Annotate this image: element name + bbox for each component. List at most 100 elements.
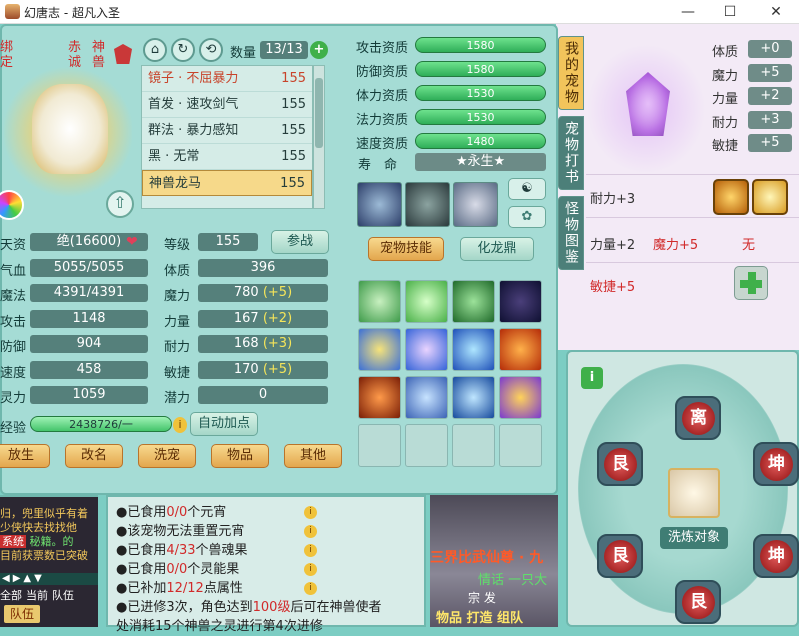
skill-icon[interactable]: [358, 376, 401, 419]
tag-bound: 绑定: [0, 40, 14, 70]
rune-top[interactable]: 离: [675, 396, 721, 440]
minimize-button[interactable]: —: [678, 3, 698, 21]
chat-tabs[interactable]: 全部 当前 队伍: [0, 587, 98, 603]
auto-points-button[interactable]: 自动加点: [190, 412, 258, 436]
pet-list-item[interactable]: 神兽龙马 155: [142, 170, 312, 196]
chat-lines: 归，兜里似乎有着 少侠快去找找他 系统 秘籍。的 目前获票数已突破: [0, 507, 88, 562]
skill-slot-empty[interactable]: [452, 424, 495, 467]
skill-icon[interactable]: [452, 376, 495, 419]
aptitude-bar: 1480: [415, 133, 546, 149]
info-bullet: ●该宠物无法重置元宵 i: [116, 522, 426, 541]
team-button[interactable]: 队伍: [4, 605, 40, 623]
stat-row-right: 耐力 168 (+3): [164, 333, 334, 359]
action-button[interactable]: 放生: [0, 444, 50, 468]
item-slot-2[interactable]: [752, 179, 788, 215]
vertical-tab[interactable]: 我的宠物: [558, 36, 584, 110]
info-coin-icon[interactable]: i: [304, 582, 317, 595]
rune-bottom[interactable]: 艮: [675, 580, 721, 624]
skill-icon[interactable]: [499, 376, 542, 419]
stat-value: 1059: [30, 386, 148, 404]
pet-list-scrollbar[interactable]: [313, 65, 325, 209]
bonus-row: 耐力 +3: [712, 109, 797, 133]
stat-label: 耐力: [164, 340, 191, 355]
equip-slot-necklace[interactable]: [453, 182, 498, 227]
stat-label: 攻击: [0, 314, 27, 330]
paw-icon[interactable]: ✿: [508, 206, 546, 228]
equip-slot-armor[interactable]: [405, 182, 450, 227]
info-coin-icon[interactable]: i: [173, 417, 187, 433]
skill-slot-empty[interactable]: [358, 424, 401, 467]
info-bullet: ●已食用4/33个兽魂果 i: [116, 541, 426, 560]
add-slot-button[interactable]: [734, 266, 768, 300]
rune-right-lower[interactable]: 坤: [753, 534, 799, 578]
refresh-icon[interactable]: ↻: [171, 38, 195, 62]
vertical-tab[interactable]: 怪物图鉴: [558, 196, 584, 270]
skill-icon[interactable]: [358, 280, 401, 323]
item-slot-1[interactable]: [713, 179, 749, 215]
add-pet-button[interactable]: +: [310, 41, 328, 59]
info-coin-icon[interactable]: i: [304, 563, 317, 576]
pet-list-item[interactable]: 首发 · 速攻剑气 155: [142, 92, 312, 118]
refine-target-portrait[interactable]: [668, 468, 720, 518]
stat-row-right: 魔力 780 (+5): [164, 282, 334, 308]
scroll-thumb[interactable]: [315, 78, 323, 148]
action-button[interactable]: 其他: [284, 444, 342, 468]
action-button[interactable]: 改名: [65, 444, 123, 468]
maximize-button[interactable]: ☐: [720, 3, 740, 21]
rune-left-lower[interactable]: 艮: [597, 534, 643, 578]
skill-icon[interactable]: [358, 328, 401, 371]
info-icon[interactable]: i: [581, 367, 603, 389]
skill-icon[interactable]: [499, 280, 542, 323]
refine-panel: 体质 +0 魔力 +5 力量 +2 耐力 +3 敏捷 +5 耐力+3 力量+2 魔力+5 无 敏捷…: [556, 24, 799, 350]
skill-icon[interactable]: [452, 328, 495, 371]
skill-icon[interactable]: [405, 280, 448, 323]
up-arrow-button[interactable]: ⇧: [106, 190, 134, 218]
stat-label: 天资: [0, 238, 27, 253]
home-icon[interactable]: ⌂: [143, 38, 167, 62]
color-wheel-icon[interactable]: [0, 190, 24, 220]
vertical-tab[interactable]: 宠物打书: [558, 116, 584, 190]
action-button[interactable]: 物品: [211, 444, 269, 468]
stat-bonus: (+3): [262, 336, 293, 351]
aptitude-row: 防御资质 1580: [352, 58, 552, 82]
skill-icon[interactable]: [405, 328, 448, 371]
stat-label: 敏捷: [164, 365, 191, 381]
pet-list-item[interactable]: 镜子 · 不屈暴力 155: [142, 66, 312, 92]
bonus-row: 力量 +2: [712, 85, 797, 109]
equip-slot-collar[interactable]: [357, 182, 402, 227]
skill-icon[interactable]: [499, 328, 542, 371]
tab-pet-skills[interactable]: 宠物技能: [368, 237, 444, 261]
participate-button[interactable]: 参战: [271, 230, 329, 254]
skill-icon[interactable]: [452, 280, 495, 323]
pet-list-item[interactable]: 群法 · 暴力感知 155: [142, 118, 312, 144]
yin-yang-icon[interactable]: ☯: [508, 178, 546, 200]
info-coin-icon[interactable]: i: [304, 506, 317, 519]
skill-slot-empty[interactable]: [405, 424, 448, 467]
action-button[interactable]: 洗宠: [138, 444, 196, 468]
refine-target-label: 洗炼对象: [660, 527, 728, 549]
info-coin-icon[interactable]: i: [304, 544, 317, 557]
stat-row-left: 防御 904: [0, 333, 156, 359]
pet-list-item[interactable]: 黑 · 无常 155: [142, 144, 312, 170]
skill-icon[interactable]: [405, 376, 448, 419]
chat-arrows[interactable]: ◀▶▲▼: [0, 573, 98, 585]
close-button[interactable]: ✕: [766, 3, 786, 21]
pet-count: 13/13: [260, 41, 308, 59]
title-bar: 幻唐志 - 超凡入圣 — ☐ ✕: [0, 0, 799, 24]
stat-value: 904: [30, 335, 148, 353]
stat-row-left: 灵力 1059: [0, 384, 156, 410]
event-banner[interactable]: 三界比武仙尊 · 九 情话 一只大 宗 发 物品 打造 组队: [430, 495, 558, 627]
stat-label: 魔力: [164, 289, 191, 304]
tab-dragon-cauldron[interactable]: 化龙鼎: [460, 237, 534, 261]
banner-line2: 情话 一只大: [478, 573, 548, 588]
exp-label: 经验: [0, 421, 27, 436]
stat-label: 潜力: [164, 391, 191, 406]
stat-row-right: 体质 396: [164, 257, 334, 283]
info-coin-icon[interactable]: i: [304, 525, 317, 538]
pet-level: 155: [281, 123, 306, 138]
pet-name: 镜子 · 不屈暴力: [148, 71, 239, 86]
cycle-icon[interactable]: ⟲: [199, 38, 223, 62]
skill-slot-empty[interactable]: [499, 424, 542, 467]
rune-left-upper[interactable]: 艮: [597, 442, 643, 486]
rune-right-upper[interactable]: 坤: [753, 442, 799, 486]
